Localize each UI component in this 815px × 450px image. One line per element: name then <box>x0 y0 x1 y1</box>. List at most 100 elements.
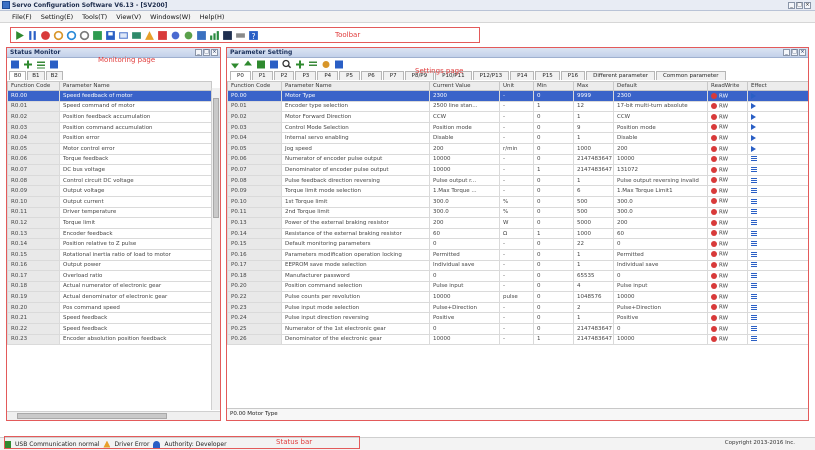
pause-icon[interactable] <box>26 29 38 41</box>
effect-cell[interactable] <box>747 217 808 229</box>
table-row[interactable]: P0.16 Parameters modification operation l… <box>227 248 808 261</box>
table-row[interactable]: R0.15 Rotational inertia ratio of load to… <box>7 248 212 261</box>
function-code-cell[interactable]: R0.01 <box>7 100 60 113</box>
function-code-cell[interactable]: R0.10 <box>7 195 60 208</box>
readwrite-cell[interactable]: RW <box>707 238 748 250</box>
function-code-cell[interactable]: P0.14 <box>227 227 282 240</box>
readwrite-cell[interactable]: RW <box>707 153 748 166</box>
default-cell[interactable]: Pulse input <box>613 280 708 293</box>
unit-cell[interactable]: - <box>499 238 534 250</box>
parameter-name-cell[interactable]: Parameters modification operation lockin… <box>281 248 430 261</box>
tab-p16[interactable]: P16 <box>560 71 586 80</box>
effect-cell[interactable] <box>747 259 808 272</box>
default-cell[interactable]: Permitted <box>613 248 708 261</box>
min-cell[interactable]: 0 <box>533 142 574 155</box>
settings-icon[interactable] <box>156 29 168 41</box>
table-row[interactable]: P0.20 Position command selection Pulse inp… <box>227 280 808 293</box>
tab-p0[interactable]: P0 <box>230 71 251 80</box>
function-code-cell[interactable]: P0.08 <box>227 174 282 187</box>
current-value-cell[interactable]: 0 <box>429 270 500 282</box>
unit-cell[interactable]: - <box>499 248 534 261</box>
effect-cell[interactable] <box>747 227 808 240</box>
function-code-cell[interactable]: P0.01 <box>227 100 282 113</box>
function-code-cell[interactable]: P0.02 <box>227 111 282 123</box>
parameter-name-cell[interactable]: 1st Torque limit <box>281 195 430 208</box>
effect-cell[interactable] <box>747 248 808 261</box>
max-cell[interactable]: 2147483647 <box>573 153 614 166</box>
save-icon[interactable] <box>104 29 116 41</box>
current-value-cell[interactable]: 10000 <box>429 333 500 346</box>
function-code-cell[interactable]: P0.17 <box>227 259 282 272</box>
max-cell[interactable]: 1000 <box>573 227 614 240</box>
function-code-cell[interactable]: P0.06 <box>227 153 282 166</box>
table-row[interactable]: R0.19 Actual denominator of electronic ge… <box>7 291 212 303</box>
min-cell[interactable]: 0 <box>533 206 574 219</box>
chart-icon[interactable] <box>117 29 129 41</box>
upload-icon[interactable] <box>182 29 194 41</box>
monitor-vertical-scrollbar[interactable] <box>211 88 220 410</box>
effect-cell[interactable] <box>747 185 808 197</box>
unit-cell[interactable]: - <box>499 185 534 197</box>
function-code-cell[interactable]: P0.07 <box>227 164 282 176</box>
save-icon[interactable] <box>10 59 20 69</box>
min-cell[interactable]: 0 <box>533 174 574 187</box>
current-value-cell[interactable]: 2500 line stan... <box>429 100 500 113</box>
function-code-cell[interactable]: R0.15 <box>7 248 60 261</box>
unit-cell[interactable]: - <box>499 174 534 187</box>
min-cell[interactable]: 0 <box>533 280 574 293</box>
default-cell[interactable]: 60 <box>613 227 708 240</box>
parameter-name-cell[interactable]: Default monitoring parameters <box>281 238 430 250</box>
effect-cell[interactable] <box>747 100 808 113</box>
effect-cell[interactable] <box>747 323 808 335</box>
tab-b0[interactable]: B0 <box>9 71 27 80</box>
table-row[interactable]: P0.11 2nd Torque limit 300.0% 0 500 300.0 RW <box>227 206 808 219</box>
function-code-cell[interactable]: P0.25 <box>227 323 282 335</box>
parameter-name-cell[interactable]: Driver temperature <box>59 206 212 219</box>
unit-cell[interactable]: % <box>499 195 534 208</box>
minimize-icon[interactable]: _ <box>788 1 795 9</box>
function-code-cell[interactable]: R0.00 <box>7 90 60 102</box>
function-code-cell[interactable]: R0.19 <box>7 291 60 303</box>
effect-cell[interactable] <box>747 164 808 176</box>
col-default[interactable]: Default <box>613 81 708 91</box>
minimize-icon[interactable]: _ <box>195 49 202 56</box>
table-row[interactable]: P0.05 Jog speed 200 r/min 0 1000 200 RW <box>227 142 808 155</box>
parameter-name-cell[interactable]: Encoder type selection <box>281 100 430 113</box>
tab-p5[interactable]: P5 <box>339 71 360 80</box>
min-cell[interactable]: 0 <box>533 132 574 144</box>
table-row[interactable]: R0.18 Actual numerator of electronic gear <box>7 280 212 293</box>
parameter-name-cell[interactable]: Motor control error <box>59 142 212 155</box>
default-cell[interactable]: 10000 <box>613 153 708 166</box>
max-cell[interactable]: 1 <box>573 312 614 325</box>
max-cell[interactable]: 1 <box>573 132 614 144</box>
parameter-name-cell[interactable]: Torque limit <box>59 217 212 229</box>
maximize-icon[interactable]: □ <box>203 49 210 56</box>
function-code-cell[interactable]: R0.21 <box>7 312 60 325</box>
readwrite-cell[interactable]: RW <box>707 164 748 176</box>
unit-cell[interactable]: - <box>499 270 534 282</box>
parameter-name-cell[interactable]: Numerator of encoder pulse output <box>281 153 430 166</box>
unit-cell[interactable]: - <box>499 280 534 293</box>
effect-cell[interactable] <box>747 121 808 134</box>
current-value-cell[interactable]: Pulse input <box>429 280 500 293</box>
menu-windows[interactable]: Windows(W) <box>150 13 191 21</box>
current-value-cell[interactable]: 300.0 <box>429 195 500 208</box>
list-icon[interactable] <box>36 59 46 69</box>
find-icon[interactable] <box>282 59 292 69</box>
parameter-name-cell[interactable]: Denominator of the electronic gear <box>281 333 430 346</box>
scroll-thumb[interactable] <box>17 413 167 419</box>
table-row[interactable]: P0.09 Torque limit mode selection 1.Max To… <box>227 185 808 197</box>
function-code-cell[interactable]: P0.16 <box>227 248 282 261</box>
col-effect[interactable]: Effect <box>747 81 808 91</box>
max-cell[interactable]: 12 <box>573 100 614 113</box>
default-cell[interactable]: Pulse output reversing invalid <box>613 174 708 187</box>
effect-cell[interactable] <box>747 132 808 144</box>
menu-setting[interactable]: Setting(E) <box>41 13 73 21</box>
max-cell[interactable]: 500 <box>573 195 614 208</box>
parameter-name-cell[interactable]: EEPROM save mode selection <box>281 259 430 272</box>
min-cell[interactable]: 0 <box>533 90 574 102</box>
current-value-cell[interactable]: 2300 <box>429 90 500 102</box>
unit-cell[interactable]: W <box>499 217 534 229</box>
unit-cell[interactable]: - <box>499 312 534 325</box>
table-row[interactable]: R0.08 Control circuit DC voltage <box>7 174 212 187</box>
